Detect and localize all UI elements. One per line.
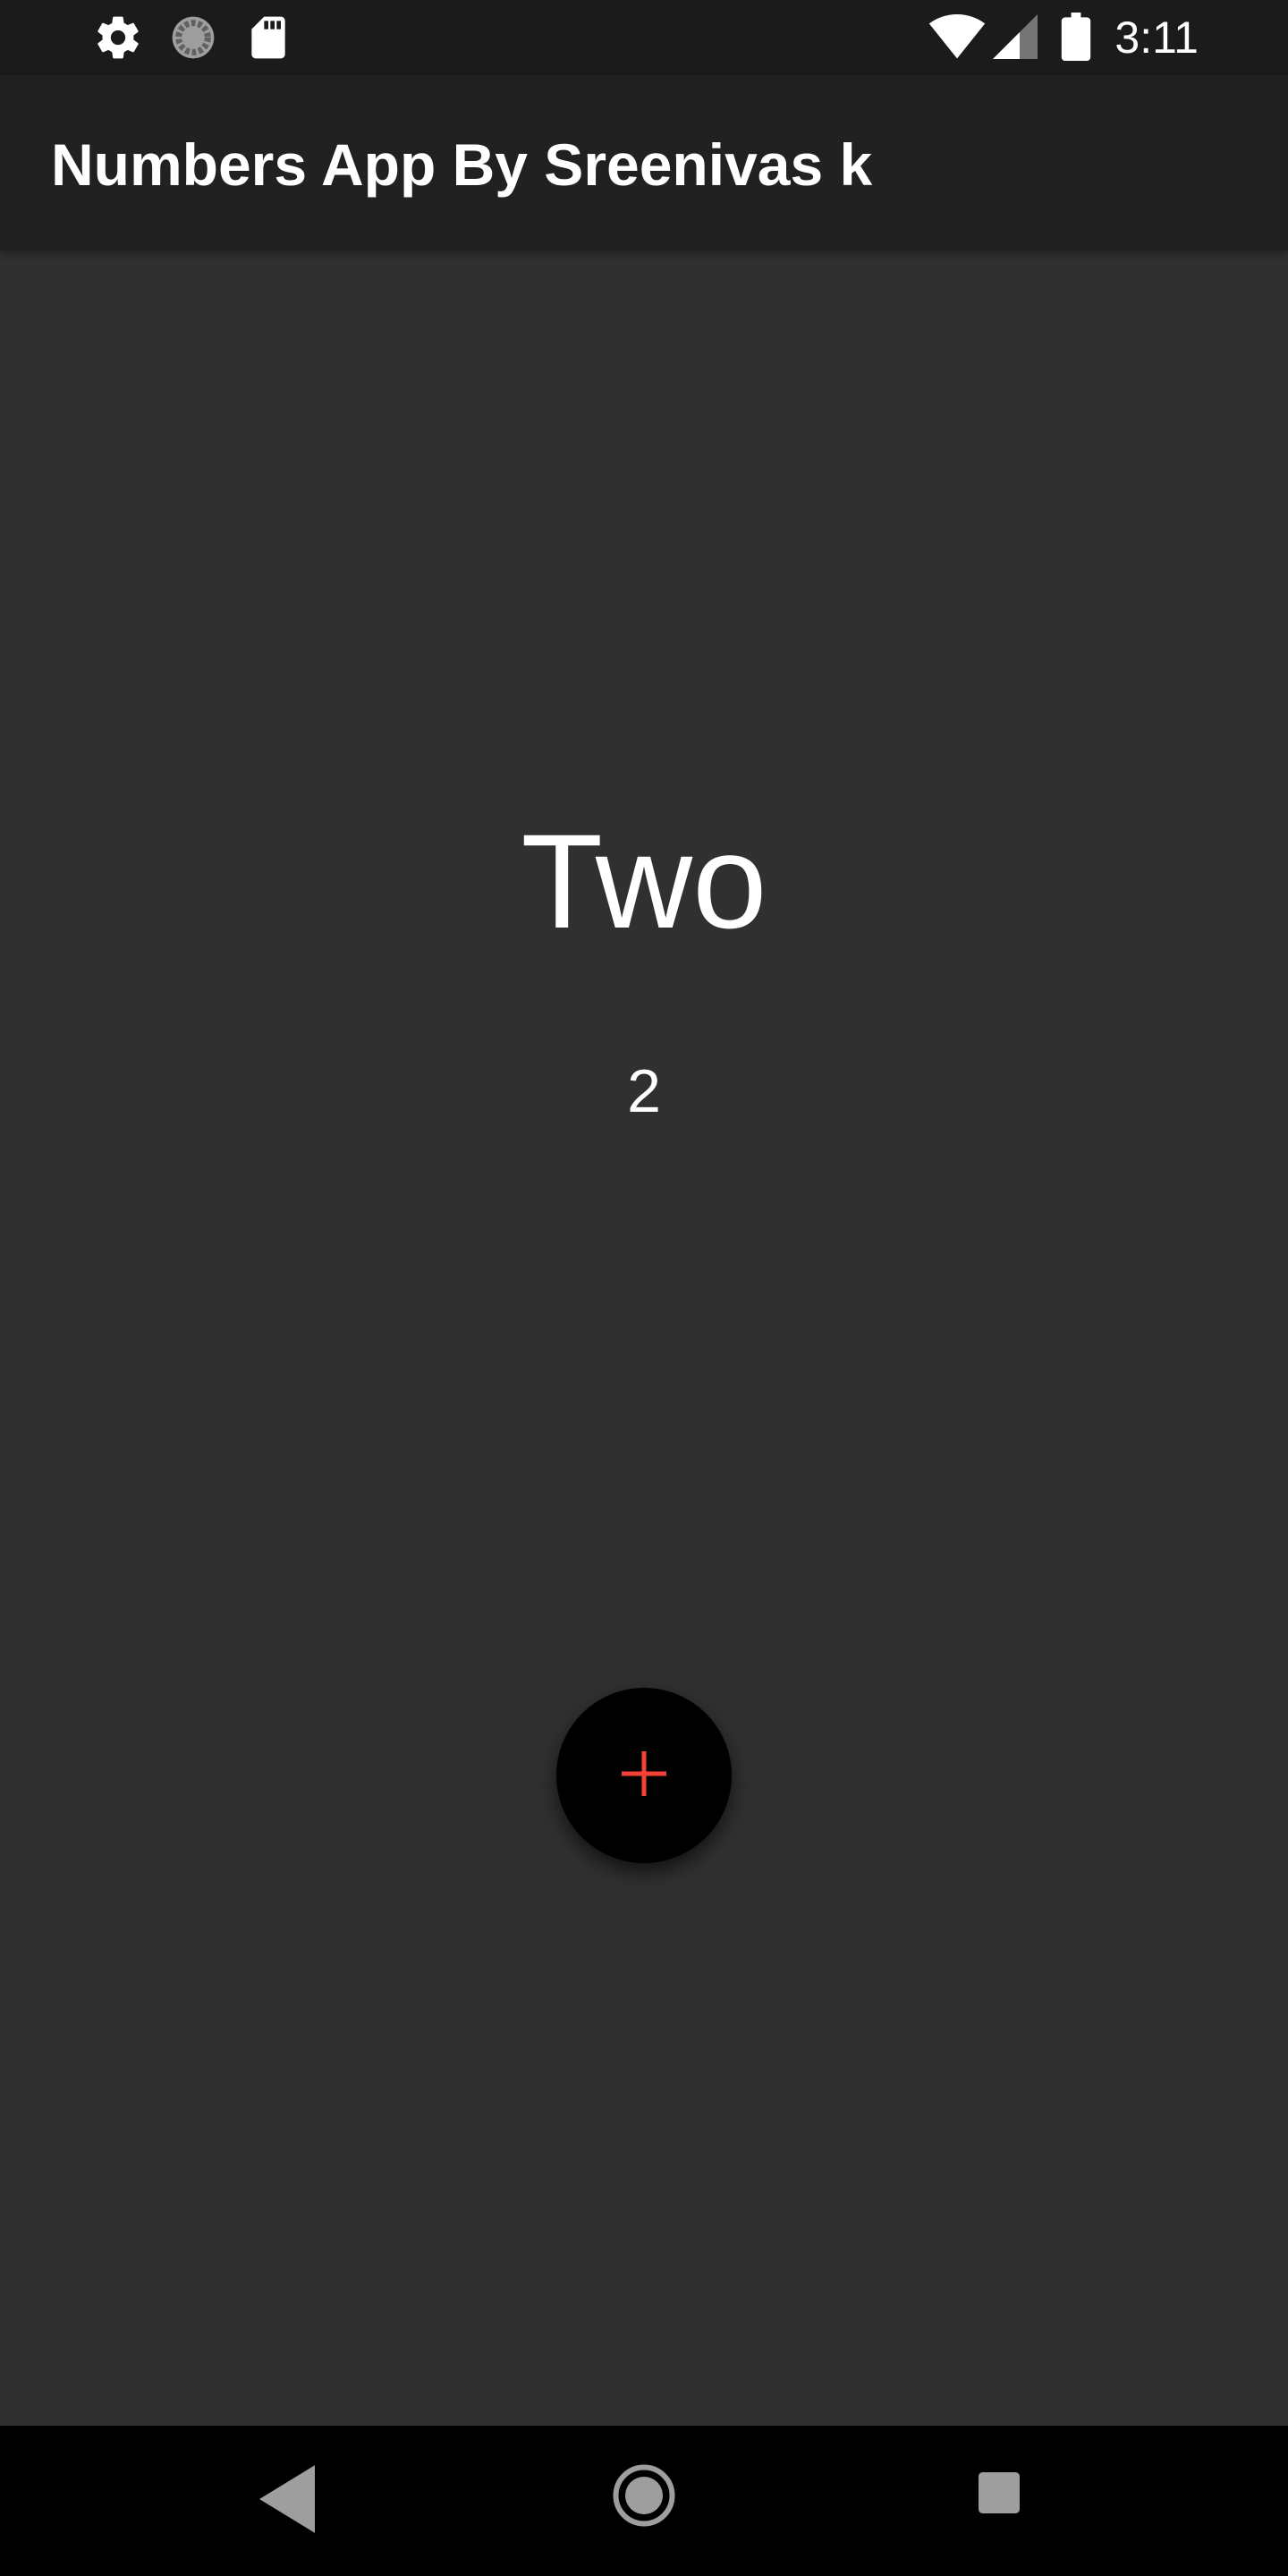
battery-icon [1061,13,1091,65]
app-title: Numbers App By Sreenivas k [51,131,873,198]
status-bar: 3:11 [0,0,1288,75]
app-bar: Numbers App By Sreenivas k [0,75,1288,250]
number-digit: 2 [627,1057,661,1125]
add-button[interactable] [556,1688,732,1863]
home-icon[interactable] [612,2463,676,2532]
cell-signal-icon [993,14,1038,64]
sync-progress-icon [168,13,218,67]
plus-icon [617,1747,671,1805]
wifi-icon [928,14,986,65]
status-time: 3:11 [1114,13,1199,63]
navigation-bar [0,2426,1288,2576]
recents-icon[interactable] [979,2472,1020,2518]
gear-icon [93,13,143,67]
number-word: Two [521,806,767,956]
sd-card-icon [243,13,293,67]
main-content: Two 2 [0,250,1288,2426]
back-icon[interactable] [259,2465,315,2538]
